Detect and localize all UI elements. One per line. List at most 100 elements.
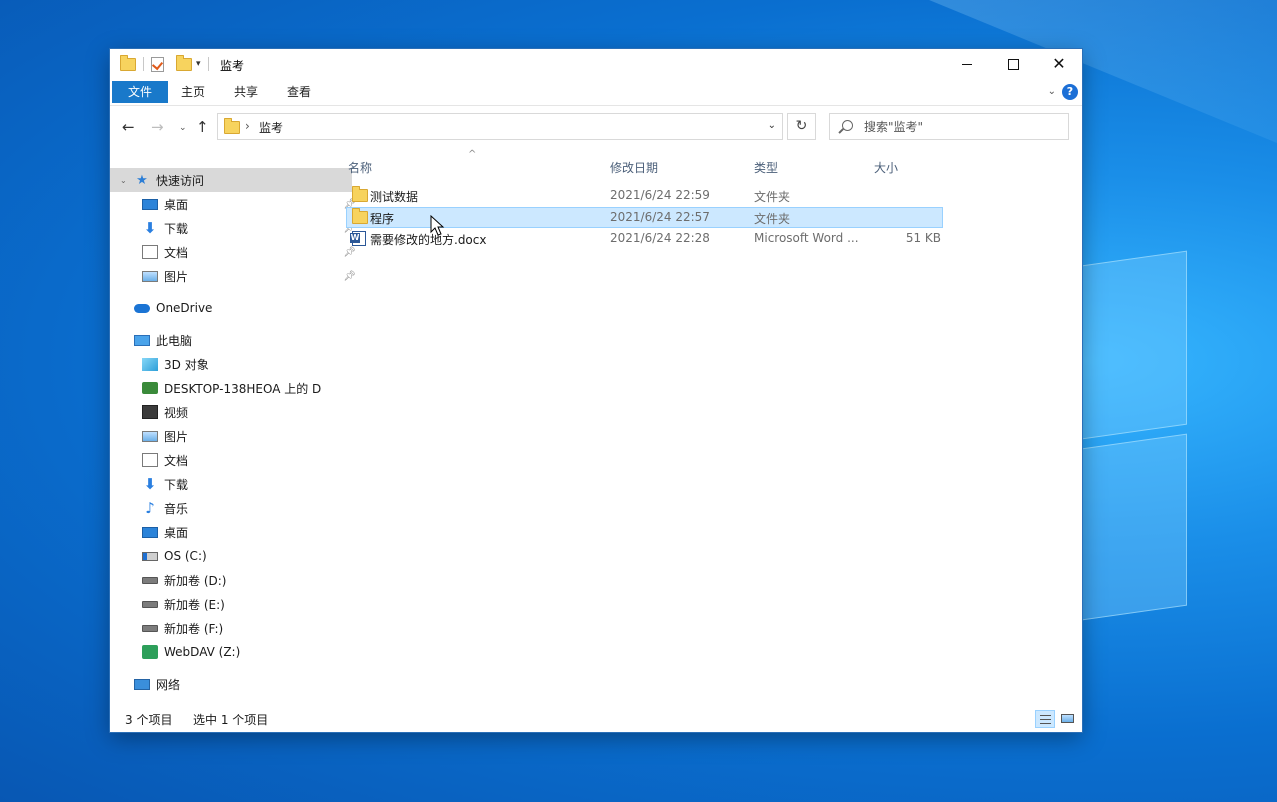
music-note-icon: ♪ [145,499,155,517]
tab-file[interactable]: 文件 [112,81,169,103]
help-icon[interactable]: ? [1062,84,1078,100]
chevron-down-icon[interactable]: ⌄ [120,176,127,185]
sidebar-item-quick-access[interactable]: ⌄ ★ 快速访问 [110,168,352,192]
search-input[interactable] [864,118,1054,135]
recent-locations-chevron-icon[interactable]: ⌄ [179,123,187,133]
tab-view[interactable]: 查看 [273,81,325,103]
search-icon [842,120,853,131]
close-icon: ✕ [1052,54,1066,73]
column-header-type[interactable]: 类型 [754,159,778,176]
maximize-button[interactable] [990,49,1036,79]
customize-toolbar-icon[interactable]: ▾ [196,59,201,69]
sidebar-item-network-drive[interactable]: DESKTOP-138HEOA 上的 D [110,376,360,400]
refresh-button[interactable]: ↻ [787,113,816,140]
address-bar[interactable]: › 监考 ⌄ [217,113,783,140]
file-type: 文件夹 [754,190,791,204]
sidebar-item-label: 网络 [156,677,181,692]
sidebar-item-label: OS (C:) [164,549,207,563]
tab-home[interactable]: 主页 [167,81,219,103]
sidebar-item-drive-c[interactable]: OS (C:) [110,544,360,568]
sidebar-item-music[interactable]: ♪ 音乐 [110,496,360,520]
file-type: 文件夹 [754,212,791,226]
sidebar-item-drive-d[interactable]: 新加卷 (D:) [110,568,360,592]
file-list: ^ 名称 修改日期 类型 大小 测试数据 2021/6/24 22:59 文件夹… [344,149,1082,709]
sidebar-item-network[interactable]: 网络 [110,672,352,696]
file-name: 测试数据 [370,190,419,204]
toolbar-separator [207,57,209,71]
ribbon-tabs: 文件 主页 共享 查看 ⌄ ? [110,79,1082,106]
minimize-button[interactable] [944,49,990,79]
sidebar-item-desktop-pc[interactable]: 桌面 [110,520,360,544]
sidebar-item-label: 新加卷 (E:) [164,597,225,612]
sidebar-item-3d-objects[interactable]: 3D 对象 [110,352,360,376]
folder-icon [352,186,368,202]
breadcrumb-item[interactable]: 监考 [259,119,283,136]
item-count: 3 个项目 [125,713,173,727]
folder-icon [120,54,136,71]
status-bar: 3 个项目 选中 1 个项目 [110,706,1082,732]
up-arrow-icon[interactable]: ↑ [196,118,209,136]
navigation-bar: ← → ⌄ ↑ › 监考 ⌄ ↻ [110,106,1082,148]
sidebar-item-label: 图片 [164,429,189,444]
new-folder-icon[interactable] [176,54,192,71]
sidebar-item-label: 快速访问 [156,173,205,188]
file-type: Microsoft Word ... [754,231,859,245]
sidebar-item-drive-f[interactable]: 新加卷 (F:) [110,616,360,640]
sidebar-item-label: 桌面 [164,197,189,212]
column-header-size[interactable]: 大小 [874,159,898,176]
sidebar-item-pictures-pc[interactable]: 图片 [110,424,360,448]
network-drive-icon [142,382,158,394]
sidebar-item-webdav[interactable]: WebDAV (Z:) [110,640,360,664]
large-icons-view-button[interactable] [1058,710,1078,728]
sidebar-item-label: 文档 [164,245,189,260]
sidebar-item-documents[interactable]: 文档 📌︎ [110,240,360,264]
sidebar-item-downloads-pc[interactable]: ⬇ 下载 [110,472,360,496]
sidebar-item-pictures[interactable]: 图片 📌︎ [110,264,360,288]
sidebar-item-desktop[interactable]: 桌面 📌︎ [110,192,360,216]
computer-icon [134,334,150,346]
sidebar-item-drive-e[interactable]: 新加卷 (E:) [110,592,360,616]
sidebar-item-label: 下载 [164,221,189,236]
back-arrow-icon[interactable]: ← [122,118,135,136]
sidebar-item-label: 文档 [164,453,189,468]
details-view-button[interactable] [1035,710,1055,728]
windows-logo [1082,250,1277,623]
word-document-icon [350,231,366,246]
toolbar-separator [143,57,144,71]
search-box[interactable] [829,113,1069,140]
expand-ribbon-icon[interactable]: ⌄ [1048,86,1056,97]
properties-icon[interactable] [151,56,164,72]
column-header-name[interactable]: 名称 [348,159,372,176]
cube-icon [142,357,158,371]
sidebar-item-label: 桌面 [164,525,189,540]
close-button[interactable]: ✕ [1036,49,1082,79]
document-icon [142,453,158,467]
document-icon [142,245,158,259]
window-title: 监考 [220,59,245,73]
chevron-down-icon[interactable]: ⌄ [768,120,776,131]
picture-icon [142,430,158,442]
sidebar-item-downloads[interactable]: ⬇ 下载 📌︎ [110,216,360,240]
sidebar-item-this-pc[interactable]: 此电脑 [110,328,352,352]
drive-icon [142,576,158,584]
forward-arrow-icon[interactable]: → [151,118,164,136]
breadcrumb-separator[interactable]: › [245,119,250,133]
folder-icon [224,118,240,134]
network-icon [134,678,150,690]
file-explorer-window[interactable]: ▾ 监考 ✕ 文件 主页 共享 查看 ⌄ ? ← → ⌄ ↑ › 监考 ⌄ ↻ [110,49,1082,732]
download-icon: ⬇ [143,475,157,493]
file-row[interactable]: 测试数据 2021/6/24 22:59 文件夹 [346,185,943,206]
cloud-icon [134,303,150,313]
title-bar[interactable]: ▾ 监考 ✕ [110,49,1082,79]
file-size: 51 KB [905,231,941,245]
sidebar-item-videos[interactable]: 视频 [110,400,360,424]
sidebar-item-label: 视频 [164,405,189,420]
sidebar-item-label: DESKTOP-138HEOA 上的 D [164,381,322,396]
sidebar-item-onedrive[interactable]: OneDrive [110,296,352,320]
sidebar-item-label: WebDAV (Z:) [164,645,241,659]
sidebar-item-documents-pc[interactable]: 文档 [110,448,360,472]
sidebar-item-label: 图片 [164,269,189,284]
quick-access-toolbar: ▾ [120,54,212,72]
tab-share[interactable]: 共享 [220,81,272,103]
column-header-date[interactable]: 修改日期 [610,159,658,176]
